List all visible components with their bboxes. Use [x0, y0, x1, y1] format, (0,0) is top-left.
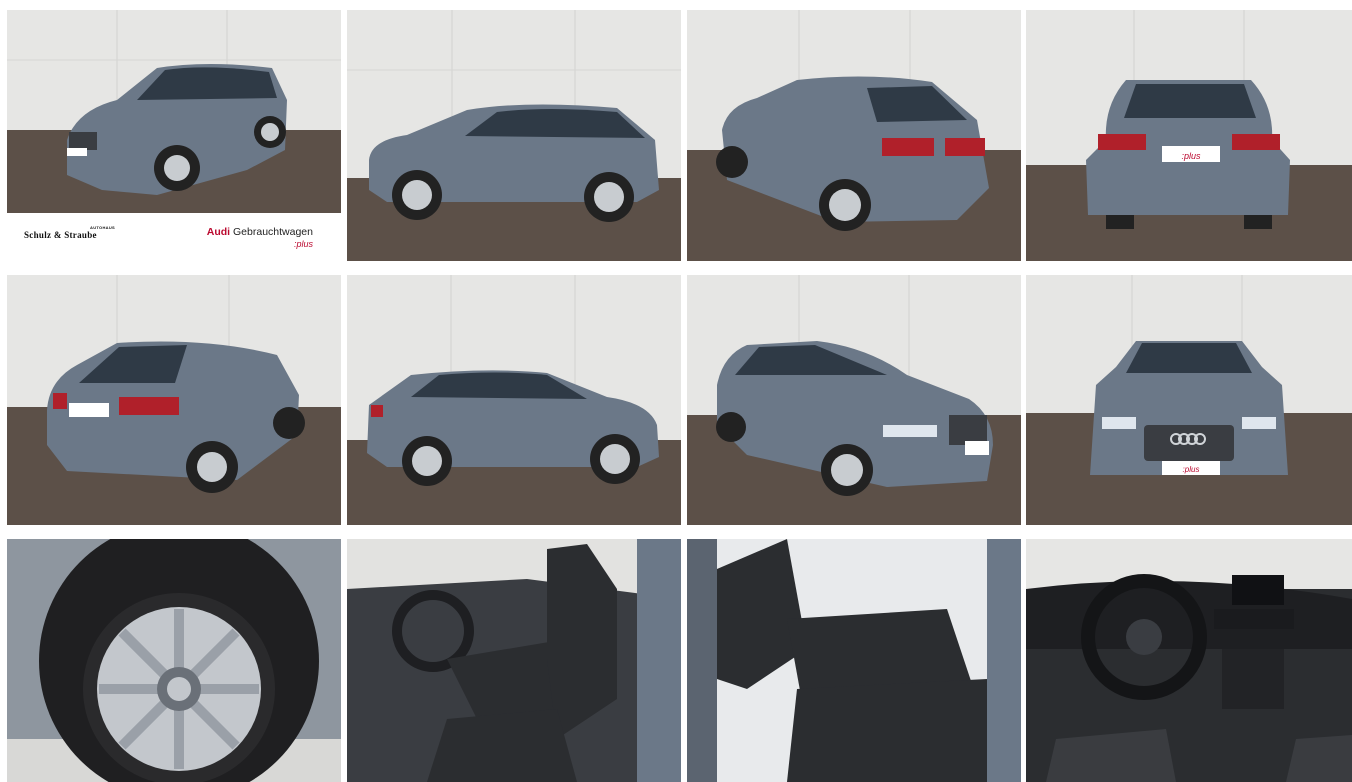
interior-photo — [1026, 539, 1352, 782]
brand-plus: :plus — [293, 239, 313, 249]
plate-text: :plus — [1183, 465, 1200, 474]
wheel-photo — [7, 539, 341, 782]
car-photo: :plus — [1026, 10, 1352, 261]
dealer-banner: Schulz & Straube AUTOHAUS Audi Gebraucht… — [7, 213, 341, 261]
car-photo — [7, 275, 341, 525]
photo-front-three-quarter[interactable]: Schulz & Straube AUTOHAUS Audi Gebraucht… — [7, 10, 341, 261]
photo-side-right[interactable] — [347, 275, 681, 525]
photo-cockpit[interactable] — [1026, 539, 1352, 782]
photo-rear-three-quarter-left[interactable] — [687, 10, 1021, 261]
photo-wheel[interactable] — [7, 539, 341, 782]
brand-word: Audi — [206, 226, 231, 238]
photo-side-left[interactable] — [347, 10, 681, 261]
car-photo — [687, 275, 1021, 525]
photo-rear-three-quarter-right[interactable] — [7, 275, 341, 525]
photo-gallery: Schulz & Straube AUTOHAUS Audi Gebraucht… — [0, 0, 1352, 782]
brand-rest: Gebrauchtwagen — [233, 226, 313, 238]
car-photo — [687, 10, 1021, 261]
photo-rear[interactable]: :plus — [1026, 10, 1352, 261]
photo-front-seats[interactable] — [347, 539, 681, 782]
photo-rear-seats[interactable] — [687, 539, 1021, 782]
photo-front-three-quarter-right[interactable] — [687, 275, 1021, 525]
photo-front[interactable]: :plus — [1026, 275, 1352, 525]
plate-text: :plus — [1181, 151, 1201, 161]
car-photo — [347, 275, 681, 525]
car-photo: :plus — [1026, 275, 1352, 525]
car-photo — [347, 10, 681, 261]
interior-photo — [687, 539, 1021, 782]
dealer-logo: Schulz & Straube AUTOHAUS — [24, 225, 115, 240]
interior-photo — [347, 539, 681, 782]
dealer-tagline: AUTOHAUS — [90, 225, 115, 230]
dealer-name: Schulz & Straube — [24, 230, 97, 240]
audi-gebrauchtwagen-logo: Audi Gebrauchtwagen :plus — [207, 227, 313, 250]
